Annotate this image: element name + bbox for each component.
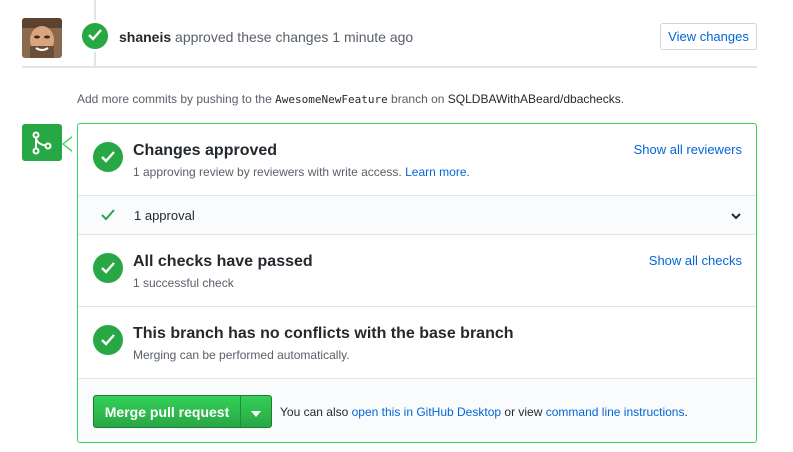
check-icon bbox=[93, 325, 123, 355]
merge-box-pointer-inner bbox=[64, 137, 73, 151]
merge-box: Changes approved 1 approving review by r… bbox=[77, 123, 757, 443]
show-all-checks-link[interactable]: Show all checks bbox=[649, 253, 742, 268]
branch-name: AwesomeNewFeature bbox=[275, 93, 388, 106]
repo-name: SQLDBAWithABeard/dbachecks bbox=[447, 92, 621, 106]
command-line-instructions-link[interactable]: command line instructions bbox=[546, 405, 685, 419]
merge-method-dropdown[interactable] bbox=[241, 396, 271, 427]
approval-toggle-row[interactable]: 1 approval bbox=[78, 196, 756, 235]
conflicts-title: This branch has no conflicts with the ba… bbox=[133, 325, 514, 342]
show-all-reviewers-link[interactable]: Show all reviewers bbox=[634, 142, 742, 157]
conflicts-section: This branch has no conflicts with the ba… bbox=[78, 307, 756, 379]
merge-actions-section: Merge pull request You can also open thi… bbox=[78, 379, 756, 442]
timeline-divider bbox=[22, 66, 757, 68]
review-time[interactable]: 1 minute ago bbox=[332, 29, 413, 45]
check-icon bbox=[93, 142, 123, 172]
review-approved-badge bbox=[79, 20, 111, 52]
learn-more-link[interactable]: Learn more. bbox=[405, 165, 470, 179]
review-summary: shaneis approved these changes 1 minute … bbox=[119, 29, 413, 45]
add-commits-suffix: . bbox=[620, 92, 625, 106]
checks-title: All checks have passed bbox=[133, 253, 313, 270]
approved-subtitle-text: 1 approving review by reviewers with wri… bbox=[133, 165, 402, 179]
merge-note-suffix: . bbox=[684, 405, 688, 419]
avatar[interactable] bbox=[22, 18, 62, 58]
changes-approved-section: Changes approved 1 approving review by r… bbox=[78, 124, 756, 196]
changes-approved-subtitle: 1 approving review by reviewers with wri… bbox=[133, 165, 470, 179]
check-icon bbox=[101, 208, 117, 222]
merge-button-group: Merge pull request bbox=[93, 395, 272, 428]
add-commits-hint: Add more commits by pushing to the Aweso… bbox=[77, 92, 624, 106]
merge-note-prefix: You can also bbox=[280, 405, 349, 419]
review-action: approved these changes bbox=[175, 29, 329, 45]
merge-alternatives-note: You can also open this in GitHub Desktop… bbox=[280, 405, 688, 419]
check-icon bbox=[93, 253, 123, 283]
add-commits-middle: branch on bbox=[391, 92, 445, 106]
merge-note-middle: or view bbox=[504, 405, 543, 419]
checks-subtitle: 1 successful check bbox=[133, 276, 234, 290]
git-merge-icon bbox=[22, 124, 62, 161]
checks-section: All checks have passed 1 successful chec… bbox=[78, 235, 756, 307]
chevron-down-icon[interactable] bbox=[730, 209, 742, 221]
changes-approved-title: Changes approved bbox=[133, 142, 278, 159]
add-commits-prefix: Add more commits by pushing to the bbox=[77, 92, 272, 106]
review-author[interactable]: shaneis bbox=[119, 29, 171, 45]
view-changes-button[interactable]: View changes bbox=[660, 23, 757, 50]
approval-count: 1 approval bbox=[134, 208, 195, 223]
check-icon bbox=[88, 28, 102, 44]
merge-pull-request-button[interactable]: Merge pull request bbox=[94, 396, 240, 427]
caret-down-icon bbox=[251, 404, 261, 420]
open-github-desktop-link[interactable]: open this in GitHub Desktop bbox=[352, 405, 501, 419]
conflicts-subtitle: Merging can be performed automatically. bbox=[133, 348, 350, 362]
